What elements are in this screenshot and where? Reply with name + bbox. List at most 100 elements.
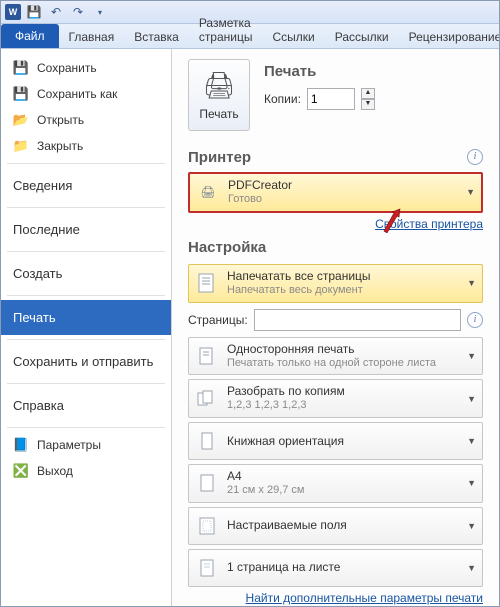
printer-name: PDFCreator xyxy=(228,178,460,193)
undo-icon[interactable]: ↶ xyxy=(47,3,65,21)
sidebar-options[interactable]: 📘 Параметры xyxy=(1,432,171,458)
sidebar-share[interactable]: Сохранить и отправить xyxy=(1,344,171,379)
chevron-down-icon: ▼ xyxy=(467,563,476,573)
chevron-down-icon: ▼ xyxy=(467,436,476,446)
printer-icon: 🖨 xyxy=(202,70,235,101)
backstage-sidebar: 💾 Сохранить 💾 Сохранить как 📂 Открыть 📁 … xyxy=(1,49,172,606)
chevron-down-icon: ▼ xyxy=(467,278,476,288)
exit-icon: ❎ xyxy=(13,463,29,479)
sidebar-item-label: Сохранить как xyxy=(37,87,117,101)
printer-info-icon[interactable]: i xyxy=(467,149,483,165)
sidebar-print[interactable]: Печать xyxy=(1,300,171,335)
printer-properties-link[interactable]: Свойства принтера xyxy=(375,217,483,231)
setting-title: Напечатать все страницы xyxy=(227,269,461,284)
setting-one-sided[interactable]: Односторонняя печать Печатать только на … xyxy=(188,337,483,376)
sidebar-item-label: Печать xyxy=(13,310,56,325)
margins-icon xyxy=(195,514,219,538)
tab-file[interactable]: Файл xyxy=(1,24,59,48)
sidebar-item-label: Выход xyxy=(37,464,73,478)
copies-input[interactable] xyxy=(307,88,355,110)
options-icon: 📘 xyxy=(13,437,29,453)
setting-title: Односторонняя печать xyxy=(227,342,461,357)
tab-insert[interactable]: Вставка xyxy=(124,26,189,48)
spinner-up-icon[interactable]: ▲ xyxy=(361,88,375,99)
print-button-label: Печать xyxy=(199,107,238,121)
save-icon: 💾 xyxy=(13,60,29,76)
separator xyxy=(7,207,165,208)
setting-margins[interactable]: Настраиваемые поля ▼ xyxy=(188,507,483,545)
setting-sub: 21 см x 29,7 см xyxy=(227,484,461,498)
sidebar-info[interactable]: Сведения xyxy=(1,168,171,203)
separator xyxy=(7,383,165,384)
printer-selector[interactable]: 🖨 PDFCreator Готово ▼ xyxy=(188,172,483,213)
tab-mailings[interactable]: Рассылки xyxy=(325,26,399,48)
sidebar-item-label: Сведения xyxy=(13,178,72,193)
sidebar-open[interactable]: 📂 Открыть xyxy=(1,107,171,133)
setting-paper-size[interactable]: A4 21 см x 29,7 см ▼ xyxy=(188,464,483,503)
separator xyxy=(7,339,165,340)
print-panel: 🖨 Печать Печать Копии: ▲ ▼ П xyxy=(172,49,499,606)
copies-row: Копии: ▲ ▼ xyxy=(264,88,375,110)
collate-icon xyxy=(195,387,219,411)
sidebar-item-label: Последние xyxy=(13,222,80,237)
close-icon: 📁 xyxy=(13,138,29,154)
chevron-down-icon: ▼ xyxy=(467,521,476,531)
portrait-icon xyxy=(195,429,219,453)
print-title-block: Печать Копии: ▲ ▼ xyxy=(264,59,375,110)
sidebar-recent[interactable]: Последние xyxy=(1,212,171,247)
printer-section-title: Принтер xyxy=(188,149,251,166)
tab-page-layout[interactable]: Разметка страницы xyxy=(189,12,263,48)
printer-status: Готово xyxy=(228,193,460,207)
sidebar-item-label: Открыть xyxy=(37,113,84,127)
pages-icon xyxy=(195,271,219,295)
print-title: Печать xyxy=(264,63,375,80)
pages-label: Страницы: xyxy=(188,313,248,327)
setting-orientation[interactable]: Книжная ориентация ▼ xyxy=(188,422,483,460)
setting-collate[interactable]: Разобрать по копиям 1,2,3 1,2,3 1,2,3 ▼ xyxy=(188,379,483,418)
app-icon: W xyxy=(5,4,21,20)
save-icon[interactable]: 💾 xyxy=(25,3,43,21)
extra-print-params-link[interactable]: Найти дополнительные параметры печати xyxy=(246,591,483,605)
separator xyxy=(7,427,165,428)
tab-references[interactable]: Ссылки xyxy=(262,26,324,48)
setting-print-range[interactable]: Напечатать все страницы Напечатать весь … xyxy=(188,264,483,303)
copies-label: Копии: xyxy=(264,92,301,106)
pages-input[interactable] xyxy=(254,309,461,331)
setting-title: 1 страница на листе xyxy=(227,560,461,575)
sidebar-save-as[interactable]: 💾 Сохранить как xyxy=(1,81,171,107)
pages-info-icon[interactable]: i xyxy=(467,312,483,328)
setting-title: Настраиваемые поля xyxy=(227,518,461,533)
sidebar-item-label: Сохранить и отправить xyxy=(13,354,153,369)
one-side-icon xyxy=(195,344,219,368)
separator xyxy=(7,163,165,164)
sidebar-exit[interactable]: ❎ Выход xyxy=(1,458,171,484)
quick-access-toolbar: 💾 ↶ ↷ ▾ xyxy=(25,3,109,21)
sidebar-new[interactable]: Создать xyxy=(1,256,171,291)
save-as-icon: 💾 xyxy=(13,86,29,102)
setting-title: A4 xyxy=(227,469,461,484)
copies-spinner: ▲ ▼ xyxy=(361,88,375,110)
tab-review[interactable]: Рецензирование xyxy=(399,26,500,48)
sidebar-save[interactable]: 💾 Сохранить xyxy=(1,55,171,81)
sidebar-help[interactable]: Справка xyxy=(1,388,171,423)
backstage-body: 💾 Сохранить 💾 Сохранить как 📂 Открыть 📁 … xyxy=(1,49,499,606)
extra-print-params-link-wrap: Найти дополнительные параметры печати xyxy=(188,591,483,605)
spinner-down-icon[interactable]: ▼ xyxy=(361,99,375,110)
sidebar-close[interactable]: 📁 Закрыть xyxy=(1,133,171,159)
print-button[interactable]: 🖨 Печать xyxy=(188,59,250,131)
tab-home[interactable]: Главная xyxy=(59,26,125,48)
qat-customize-icon[interactable]: ▾ xyxy=(91,3,109,21)
setting-pages-per-sheet[interactable]: 1 страница на листе ▼ xyxy=(188,549,483,587)
setting-title: Книжная ориентация xyxy=(227,434,461,449)
paper-icon xyxy=(195,471,219,495)
printer-text: PDFCreator Готово xyxy=(228,178,460,207)
printer-header: Принтер i xyxy=(188,145,483,168)
printer-properties-link-wrap: Свойства принтера xyxy=(188,217,483,231)
printer-icon: 🖨 xyxy=(196,180,220,204)
pages-row: Страницы: i xyxy=(188,309,483,331)
redo-icon[interactable]: ↷ xyxy=(69,3,87,21)
open-icon: 📂 xyxy=(13,112,29,128)
chevron-down-icon: ▼ xyxy=(467,351,476,361)
setting-sub: Печатать только на одной стороне листа xyxy=(227,357,461,371)
setting-sub: Напечатать весь документ xyxy=(227,284,461,298)
